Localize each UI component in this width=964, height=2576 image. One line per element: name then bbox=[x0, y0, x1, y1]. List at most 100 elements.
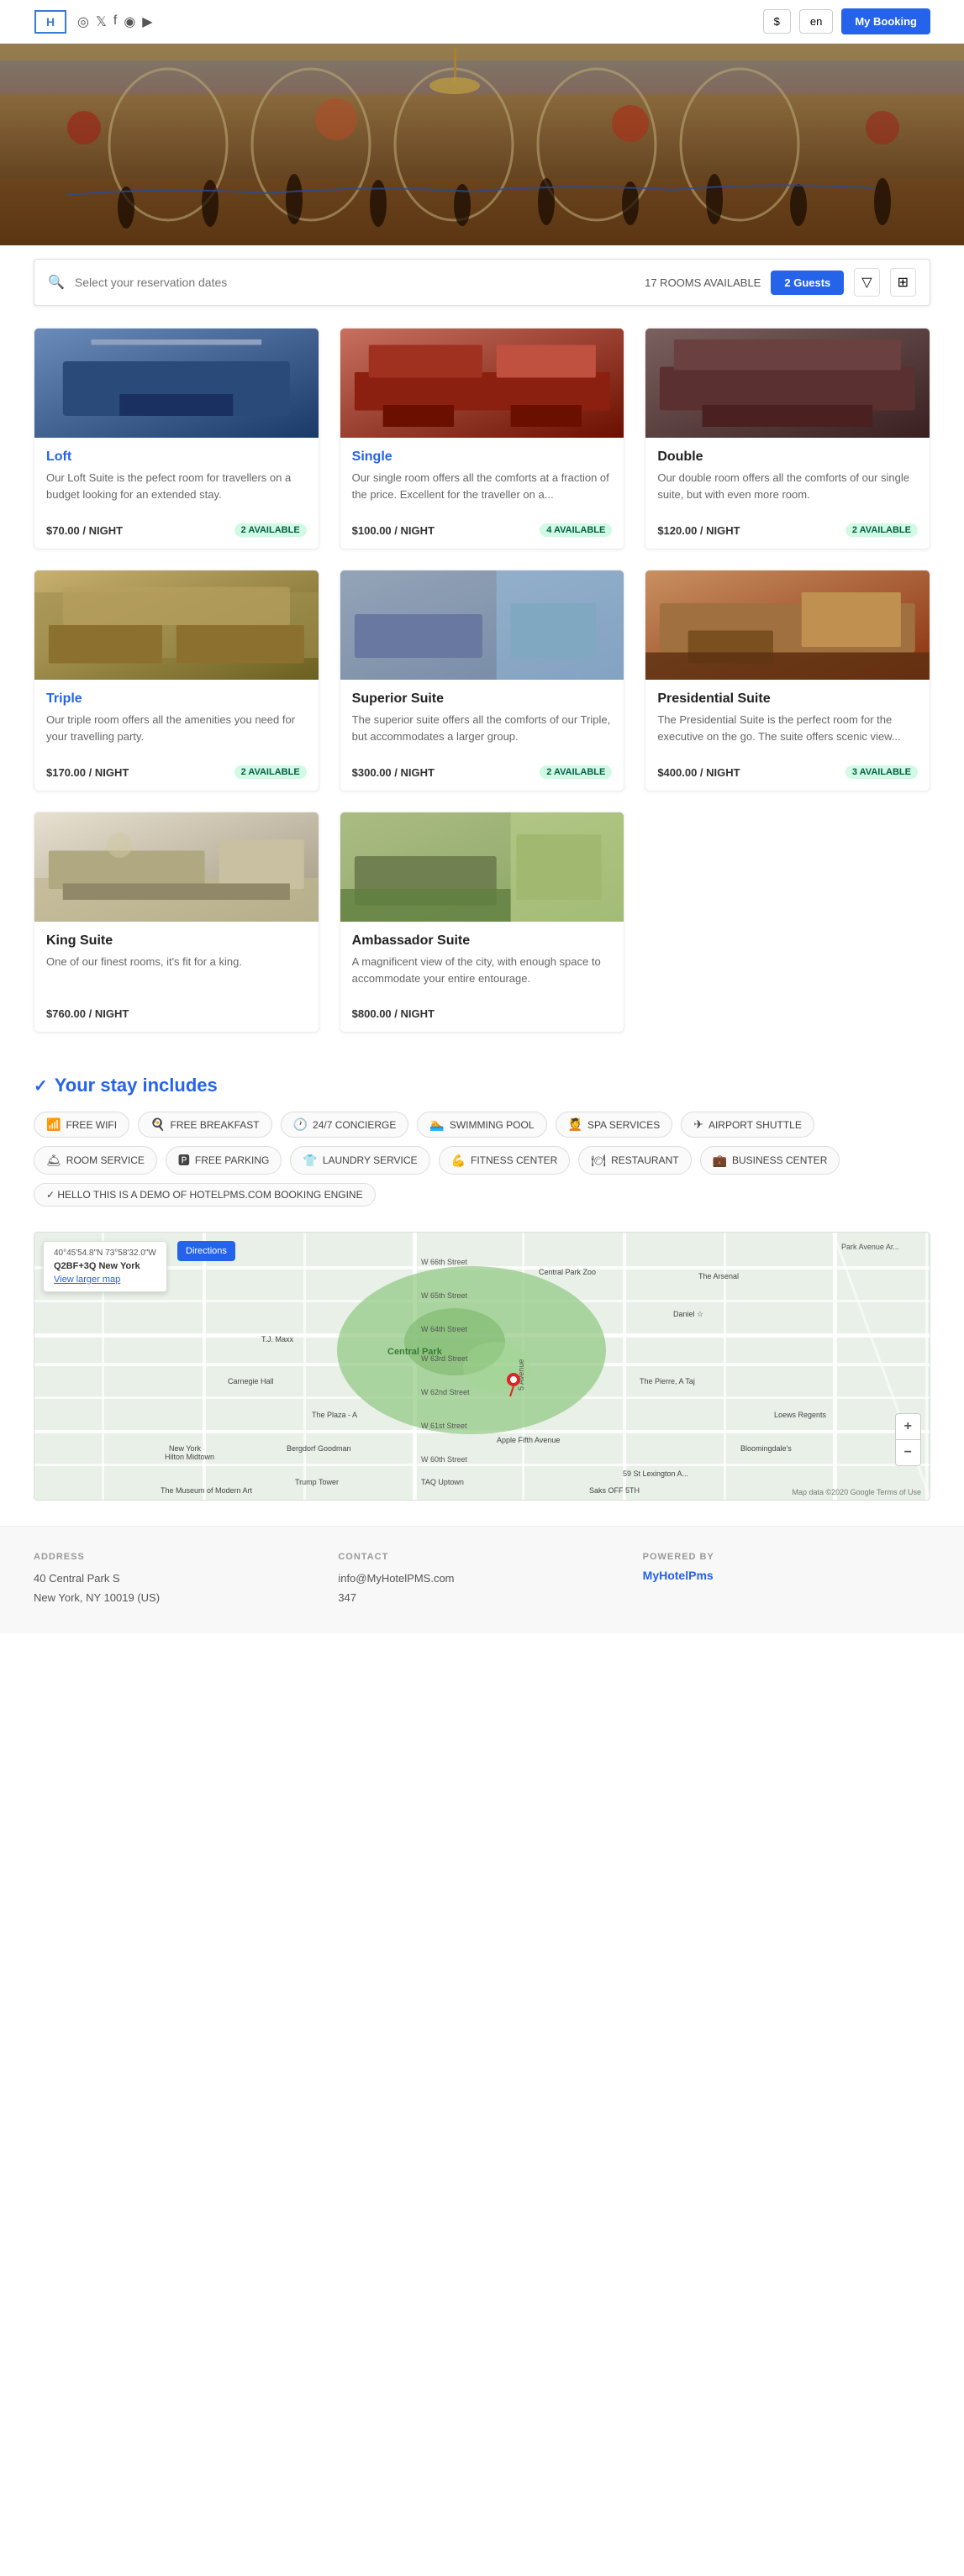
map-coordinates: 40°45'54.8"N 73°58'32.0"W bbox=[54, 1249, 156, 1258]
room-price-double: $120.00 / NIGHT bbox=[657, 524, 740, 537]
room-card-ambassador[interactable]: Ambassador Suite A magnificent view of t… bbox=[340, 812, 625, 1033]
currency-selector[interactable]: $ bbox=[763, 9, 791, 34]
amenity-label-wifi: FREE WIFI bbox=[66, 1119, 117, 1131]
search-input[interactable] bbox=[75, 276, 635, 289]
rooms-available-count: 17 ROOMS AVAILABLE bbox=[645, 276, 761, 289]
social-icon-pin[interactable]: ◎ bbox=[77, 13, 89, 30]
brand-logo: H bbox=[34, 9, 67, 34]
map-container: Central Park W 66th Street W 65th Street… bbox=[34, 1232, 930, 1501]
social-icon-twitter[interactable]: 𝕏 bbox=[96, 13, 107, 30]
room-name-single: Single bbox=[352, 449, 613, 465]
footer-powered-label: POWERED BY bbox=[643, 1552, 930, 1562]
footer-address-label: ADDRESS bbox=[34, 1552, 321, 1562]
footer: ADDRESS 40 Central Park SNew York, NY 10… bbox=[0, 1526, 964, 1633]
room-price-ambassador: $800.00 / NIGHT bbox=[352, 1007, 435, 1020]
footer-contact-value: info@MyHotelPMS.com347 bbox=[338, 1569, 625, 1608]
hero-overlay bbox=[0, 44, 964, 245]
room-body-presidential: Presidential Suite The Presidential Suit… bbox=[645, 680, 930, 791]
search-icon: 🔍 bbox=[48, 274, 65, 291]
amenity-room-service: 🛎 ROOM SERVICE bbox=[34, 1146, 157, 1175]
social-icon-instagram[interactable]: ◉ bbox=[124, 13, 135, 30]
search-bar: 🔍 17 ROOMS AVAILABLE 2 Guests ▽ ⊞ bbox=[34, 259, 930, 306]
amenity-restaurant: 🍽 RESTAURANT bbox=[578, 1146, 691, 1175]
room-image-king bbox=[34, 812, 319, 922]
svg-text:Saks OFF 5TH: Saks OFF 5TH bbox=[589, 1486, 640, 1495]
room-body-single: Single Our single room offers all the co… bbox=[340, 438, 624, 549]
amenity-swimming-pool: 🏊 SWIMMING POOL bbox=[417, 1112, 546, 1138]
room-badge-loft: 2 AVAILABLE bbox=[234, 523, 307, 537]
svg-text:Hilton Midtown: Hilton Midtown bbox=[165, 1453, 214, 1461]
view-larger-map-link[interactable]: View larger map bbox=[54, 1275, 156, 1285]
header-left: H ◎ 𝕏 f ◉ ▶ bbox=[34, 9, 153, 34]
room-desc-presidential: The Presidential Suite is the perfect ro… bbox=[657, 712, 918, 754]
room-footer-double: $120.00 / NIGHT 2 AVAILABLE bbox=[657, 523, 918, 537]
room-card-triple[interactable]: Triple Our triple room offers all the am… bbox=[34, 570, 319, 791]
filter-button[interactable]: ▽ bbox=[854, 268, 879, 297]
amenity-free-wifi: 📶 FREE WIFI bbox=[34, 1112, 129, 1138]
svg-text:New York: New York bbox=[169, 1444, 202, 1453]
svg-text:H: H bbox=[46, 15, 55, 29]
room-image-ambassador bbox=[340, 812, 624, 922]
language-selector[interactable]: en bbox=[799, 9, 833, 34]
svg-text:TAQ Uptown: TAQ Uptown bbox=[421, 1478, 464, 1486]
svg-text:Central Park Zoo: Central Park Zoo bbox=[539, 1268, 596, 1276]
room-card-superior[interactable]: Superior Suite The superior suite offers… bbox=[340, 570, 625, 791]
svg-text:Bergdorf Goodman: Bergdorf Goodman bbox=[287, 1444, 351, 1453]
amenities-section: ✓ Your stay includes 📶 FREE WIFI 🍳 FREE … bbox=[0, 1058, 964, 1232]
zoom-out-button[interactable]: − bbox=[896, 1440, 920, 1465]
amenity-label-business: BUSINESS CENTER bbox=[732, 1154, 827, 1166]
svg-text:W 62nd Street: W 62nd Street bbox=[421, 1388, 470, 1396]
zoom-in-button[interactable]: + bbox=[896, 1414, 920, 1440]
svg-text:Bloomingdale's: Bloomingdale's bbox=[740, 1444, 792, 1453]
spa-icon: 💆 bbox=[568, 1117, 582, 1132]
svg-text:59 St Lexington A...: 59 St Lexington A... bbox=[623, 1469, 688, 1478]
grid-view-button[interactable]: ⊞ bbox=[890, 268, 916, 297]
svg-text:Park Avenue Ar...: Park Avenue Ar... bbox=[841, 1243, 899, 1251]
room-footer-king: $760.00 / NIGHT bbox=[46, 1007, 307, 1020]
amenity-label-concierge: 24/7 CONCIERGE bbox=[313, 1119, 396, 1131]
room-desc-king: One of our finest rooms, it's fit for a … bbox=[46, 954, 307, 996]
svg-text:W 60th Street: W 60th Street bbox=[421, 1455, 468, 1464]
restaurant-icon: 🍽 bbox=[591, 1154, 606, 1168]
social-links: ◎ 𝕏 f ◉ ▶ bbox=[77, 13, 153, 30]
amenity-label-laundry: LAUNDRY SERVICE bbox=[323, 1154, 418, 1166]
room-card-single[interactable]: Single Our single room offers all the co… bbox=[340, 328, 625, 549]
room-card-king[interactable]: King Suite One of our finest rooms, it's… bbox=[34, 812, 319, 1033]
svg-text:W 63rd Street: W 63rd Street bbox=[421, 1354, 468, 1363]
svg-text:W 61st Street: W 61st Street bbox=[421, 1422, 467, 1430]
room-image-double bbox=[645, 329, 930, 438]
room-card-double[interactable]: Double Our double room offers all the co… bbox=[645, 328, 930, 549]
amenity-free-breakfast: 🍳 FREE BREAKFAST bbox=[138, 1112, 271, 1138]
svg-text:Loews Regents: Loews Regents bbox=[774, 1411, 827, 1419]
amenities-grid: 📶 FREE WIFI 🍳 FREE BREAKFAST 🕐 24/7 CONC… bbox=[34, 1112, 930, 1207]
demo-badge: ✓ HELLO THIS IS A DEMO OF HOTELPMS.COM B… bbox=[34, 1183, 376, 1207]
parking-icon: 🅿 bbox=[178, 1152, 190, 1169]
svg-text:Trump Tower: Trump Tower bbox=[295, 1478, 339, 1486]
business-icon: 💼 bbox=[713, 1154, 727, 1168]
amenity-label-parking: FREE PARKING bbox=[195, 1154, 269, 1166]
amenity-label-shuttle: AIRPORT SHUTTLE bbox=[709, 1119, 802, 1131]
amenity-label-spa: SPA SERVICES bbox=[587, 1119, 660, 1131]
room-card-loft[interactable]: Loft Our Loft Suite is the pefect room f… bbox=[34, 328, 319, 549]
room-body-triple: Triple Our triple room offers all the am… bbox=[34, 680, 319, 791]
rooms-grid: Loft Our Loft Suite is the pefect room f… bbox=[34, 328, 930, 1033]
header-right: $ en My Booking bbox=[763, 8, 930, 34]
room-card-presidential[interactable]: Presidential Suite The Presidential Suit… bbox=[645, 570, 930, 791]
footer-brand-link[interactable]: MyHotelPms bbox=[643, 1569, 930, 1582]
social-icon-facebook[interactable]: f bbox=[113, 13, 117, 30]
demo-badge-text: ✓ HELLO THIS IS A DEMO OF HOTELPMS.COM B… bbox=[46, 1189, 363, 1201]
room-badge-superior: 2 AVAILABLE bbox=[540, 765, 612, 779]
room-desc-single: Our single room offers all the comforts … bbox=[352, 470, 613, 512]
rooms-section: Loft Our Loft Suite is the pefect room f… bbox=[0, 319, 964, 1058]
amenity-concierge: 🕐 24/7 CONCIERGE bbox=[281, 1112, 409, 1138]
footer-contact-label: CONTACT bbox=[338, 1552, 625, 1562]
my-booking-button[interactable]: My Booking bbox=[841, 8, 930, 34]
directions-button[interactable]: Directions bbox=[177, 1241, 235, 1261]
guests-button[interactable]: 2 Guests bbox=[771, 271, 844, 295]
svg-text:Carnegie Hall: Carnegie Hall bbox=[228, 1377, 274, 1385]
social-icon-youtube[interactable]: ▶ bbox=[142, 13, 152, 30]
amenity-fitness: 💪 FITNESS CENTER bbox=[439, 1146, 571, 1175]
room-image-superior bbox=[340, 570, 624, 680]
room-name-superior: Superior Suite bbox=[352, 691, 613, 707]
amenity-laundry: 👕 LAUNDRY SERVICE bbox=[290, 1146, 429, 1175]
